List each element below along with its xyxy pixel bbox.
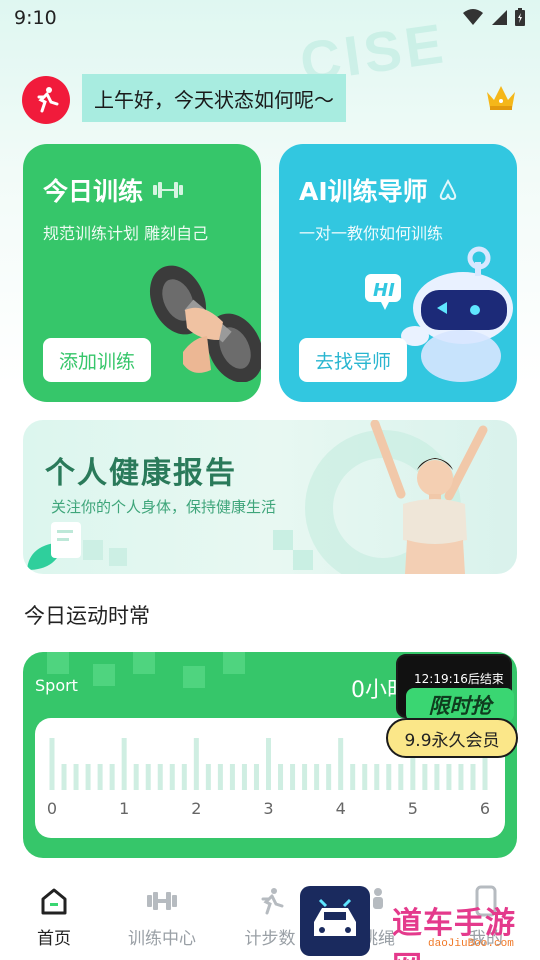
chart-minor-bar <box>169 764 175 790</box>
chart-major-bar <box>49 738 55 790</box>
status-icons <box>462 7 526 27</box>
chart-minor-bar <box>434 764 440 790</box>
chart-minor-bar <box>217 764 223 790</box>
chart-x-tick-label: 5 <box>408 799 418 818</box>
chart-x-tick-label: 2 <box>191 799 201 818</box>
chart-minor-bar <box>205 764 211 790</box>
chart-x-tick-label: 0 <box>47 799 57 818</box>
signal-icon <box>492 10 507 25</box>
battery-icon <box>515 8 525 26</box>
chart-major-bar <box>193 738 199 790</box>
limited-offer-badge[interactable]: 12:19:16后结束 限时抢 9.9永久会员 <box>386 644 518 760</box>
chart-minor-bar <box>470 764 476 790</box>
dumbbell-icon <box>153 182 184 198</box>
watermark-text: 道车手游网 <box>392 906 516 960</box>
today-training-title-text: 今日训练 <box>43 177 144 206</box>
health-report-banner[interactable]: 个人健康报告 关注你的个人身体，保持健康生活 <box>23 420 517 574</box>
promo-tag: 12:19:16后结束 限时抢 <box>396 654 514 722</box>
wifi-icon <box>463 9 483 25</box>
chart-minor-bar <box>109 764 115 790</box>
chart-x-tick-label: 6 <box>480 799 490 818</box>
watermark-logo <box>300 886 370 956</box>
add-training-button[interactable]: 添加训练 <box>43 338 152 382</box>
chart-minor-bar <box>229 764 235 790</box>
chart-minor-bar <box>362 764 368 790</box>
chart-minor-bar <box>133 764 139 790</box>
watermark-url: daoJiuBoo.com <box>428 938 514 950</box>
crown-icon[interactable] <box>484 80 518 114</box>
status-time: 9:10 <box>14 7 57 29</box>
chart-minor-bar <box>446 764 452 790</box>
promo-timer: 12:19:16后结束 <box>414 672 504 686</box>
chart-minor-bar <box>145 764 151 790</box>
today-training-subtitle: 规范训练计划 雕刻自己 <box>43 224 209 243</box>
home-icon <box>41 888 67 915</box>
chart-x-tick-label: 3 <box>263 799 273 818</box>
health-report-subtitle: 关注你的个人身体，保持健康生活 <box>51 498 277 516</box>
chart-x-tick-label: 1 <box>119 799 129 818</box>
health-report-title: 个人健康报告 <box>45 456 237 491</box>
chart-minor-bar <box>85 764 91 790</box>
chart-minor-bar <box>61 764 67 790</box>
chart-minor-bar <box>374 764 380 790</box>
ai-coach-title: AI训练导师 <box>299 172 460 208</box>
chart-minor-bar <box>302 764 308 790</box>
avatar[interactable] <box>22 76 70 124</box>
ai-coach-subtitle: 一对一教你如何训练 <box>299 224 444 243</box>
site-watermark: 道车手游网 daoJiuBoo.com <box>300 886 540 960</box>
chart-minor-bar <box>278 764 284 790</box>
promo-headline: 限时抢 <box>406 688 514 722</box>
nav-home-label: 首页 <box>37 929 71 949</box>
nav-home[interactable]: 首页 <box>9 884 99 949</box>
today-training-title: 今日训练 <box>43 172 185 208</box>
nav-training-center[interactable]: 训练中心 <box>117 884 207 949</box>
today-sport-section-title: 今日运动时常 <box>24 604 150 628</box>
hi-bubble-label: HI <box>373 280 395 301</box>
chart-minor-bar <box>241 764 247 790</box>
car-icon <box>314 898 356 936</box>
airbnb-style-icon <box>439 178 456 201</box>
chart-x-tick-label: 4 <box>336 799 346 818</box>
chart-minor-bar <box>73 764 79 790</box>
greeting-row: 上午好，今天状态如何呢～ <box>22 74 518 124</box>
ai-coach-title-text: AI训练导师 <box>299 177 428 206</box>
runner-icon <box>261 888 284 915</box>
chart-minor-bar <box>386 764 392 790</box>
chart-minor-bar <box>314 764 320 790</box>
nav-training-center-label: 训练中心 <box>128 929 196 949</box>
chart-minor-bar <box>97 764 103 790</box>
chart-minor-bar <box>157 764 163 790</box>
chart-major-bar <box>266 738 271 790</box>
chart-minor-bar <box>350 764 356 790</box>
chart-minor-bar <box>326 764 332 790</box>
chart-minor-bar <box>181 764 187 790</box>
chart-major-bar <box>121 738 127 790</box>
chart-minor-bar <box>398 764 404 790</box>
dumbbell-icon <box>147 892 177 910</box>
chart-minor-bar <box>290 764 296 790</box>
woman-illustration <box>370 420 488 574</box>
today-training-card[interactable]: 今日训练 规范训练计划 雕刻自己 添加训练 <box>23 144 261 402</box>
chart-minor-bar <box>253 764 259 790</box>
chart-minor-bar <box>458 764 464 790</box>
find-coach-button[interactable]: 去找导师 <box>299 338 408 382</box>
chart-minor-bar <box>422 764 428 790</box>
sport-label: Sport <box>35 676 78 695</box>
runner-icon <box>37 87 59 113</box>
greeting-text: 上午好，今天状态如何呢～ <box>82 74 346 122</box>
promo-offer-button[interactable]: 9.9永久会员 <box>386 718 518 758</box>
ai-coach-card[interactable]: AI训练导师 一对一教你如何训练 HI 去找导师 <box>279 144 517 402</box>
status-bar: 9:10 <box>0 0 540 36</box>
chart-major-bar <box>338 738 344 790</box>
